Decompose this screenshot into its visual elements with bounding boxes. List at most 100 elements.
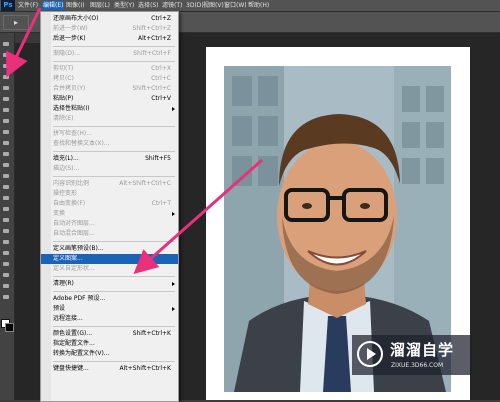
tool-icon[interactable] [2,118,11,124]
tool-icon[interactable] [2,63,11,69]
menu-item: 自动对齐图层... [41,219,178,229]
tool-icon[interactable] [2,294,11,300]
menu-item-shortcut: Shift+Ctrl+K [132,330,171,337]
tool-icon[interactable] [2,272,11,278]
menu-item[interactable]: 预设 [41,304,178,314]
tool-icon[interactable] [2,52,11,58]
menu-separator [53,276,175,277]
tool-icon[interactable] [2,184,11,190]
tool-icon[interactable] [2,41,11,47]
play-logo-icon [357,341,383,367]
menu-item-shortcut: Ctrl+C [151,75,171,82]
menubar-item[interactable]: 编辑(E) [42,1,65,10]
menu-item[interactable]: 颜色设置(G)... Shift+Ctrl+K [41,329,178,339]
move-tool-icon[interactable]: ▸ [3,15,29,30]
tool-icon[interactable] [2,151,11,157]
tool-icon[interactable] [2,283,11,289]
background-color-swatch[interactable] [5,323,14,332]
menu-item[interactable]: Adobe PDF 预设... [41,294,178,304]
submenu-arrow-icon [172,282,175,286]
submenu-arrow-icon [172,212,175,216]
menu-item-label: 填充(L)... [53,155,79,162]
menu-item[interactable]: 粘贴(P) Ctrl+V [41,94,178,104]
menu-item[interactable]: 定义画笔预设(B)... [41,244,178,254]
menubar-item[interactable]: 文件(F) [18,1,38,10]
tool-icon[interactable] [2,140,11,146]
menu-item-label: 颜色设置(G)... [53,330,93,337]
photoshop-logo: Ps [1,0,15,11]
menu-item[interactable]: 定义图案... [41,254,178,264]
menubar-item[interactable]: 图层(L) [90,1,110,10]
menu-item[interactable]: 后退一步(K) Alt+Ctrl+Z [41,34,178,44]
menu-separator [53,151,175,152]
menu-item: 定义自定形状... [41,264,178,274]
menu-separator [53,61,175,62]
menu-item-label: 还原画布大小(O) [53,15,99,22]
tool-icon[interactable] [2,74,11,80]
menu-item[interactable]: 清理(R) [41,279,178,289]
tool-icon[interactable] [2,206,11,212]
menu-item-label: 描边(S)... [53,165,80,172]
tool-icon[interactable] [2,129,11,135]
menu-item-label: 前进一步(W) [53,25,88,32]
menu-separator [53,361,175,362]
menu-item[interactable]: 转换为配置文件(V)... [41,349,178,359]
tool-icon[interactable] [2,261,11,267]
menubar-item[interactable]: 视图(V) [203,1,224,10]
menu-item: 拼写检查(H)... [41,129,178,139]
menu-item-label: 查找和替换文本(X)... [53,140,110,147]
menu-item[interactable]: 还原画布大小(O) Ctrl+Z [41,14,178,24]
menu-item-label: 后退一步(K) [53,35,86,42]
menubar-item[interactable]: 帮助(H) [248,1,269,10]
menu-item: 描边(S)... [41,164,178,174]
tool-icon[interactable] [2,96,11,102]
tool-icon[interactable] [2,217,11,223]
menu-item-label: 指定配置文件... [53,340,95,347]
menu-item-shortcut: Shift+Ctrl+F [133,50,171,57]
menu-item-label: Adobe PDF 预设... [53,295,106,302]
menu-item: 自动混合图层... [41,229,178,239]
menu-separator [53,291,175,292]
menu-item[interactable]: 远程连接... [41,314,178,324]
tool-icon[interactable] [2,239,11,245]
menu-item-label: 清除(E) [53,115,74,122]
menu-item: 自由变换(F) Ctrl+T [41,199,178,209]
tool-icon[interactable] [2,250,11,256]
menubar-item[interactable]: 3D(D) [186,1,204,10]
tool-icon[interactable] [2,85,11,91]
menu-item-shortcut: Shift+Ctrl+Z [132,25,171,32]
menu-item-label: 操控变形 [53,190,78,197]
menu-item[interactable]: 指定配置文件... [41,339,178,349]
menubar-item[interactable]: 图像(I) [66,1,84,10]
menubar-item[interactable]: 滤镜(T) [162,1,182,10]
tool-icon[interactable] [2,173,11,179]
watermark-subtitle: ZIXUE.3D66.COM [391,362,444,369]
menubar-item[interactable]: 类型(Y) [114,1,134,10]
menu-item-label: 粘贴(P) [53,95,74,102]
tool-icon[interactable] [2,195,11,201]
menu-item-label: 合并拷贝(Y) [53,85,86,92]
tool-icon[interactable] [2,162,11,168]
tool-icon[interactable] [2,228,11,234]
menu-item[interactable]: 填充(L)... Shift+F5 [41,154,178,164]
menu-item-label: 转换为配置文件(V)... [53,350,110,357]
menubar-item[interactable]: 窗口(W) [224,1,247,10]
menu-item-label: 定义图案... [53,255,83,262]
menu-item-shortcut: Alt+Shift+Ctrl+K [119,365,171,372]
menu-item-label: 拷贝(C) [53,75,74,82]
tools-panel [0,33,15,400]
menu-item[interactable]: 选择性粘贴(I) [41,104,178,114]
menu-item-label: 清理(R) [53,280,74,287]
tool-icon[interactable] [2,107,11,113]
submenu-arrow-icon [172,307,175,311]
menu-item-shortcut: Alt+Ctrl+Z [138,35,171,42]
watermark: 溜溜自学 ZIXUE.3D66.COM [352,335,472,375]
menu-item-label: 预设 [53,305,66,312]
menu-item-label: 渐隐(D)... [53,50,81,57]
menu-item[interactable]: 键盘快捷键... Alt+Shift+Ctrl+K [41,364,178,374]
menu-item-label: 变换 [53,210,66,217]
menu-item-shortcut: Shift+Ctrl+C [132,85,171,92]
menu-separator [53,241,175,242]
menu-item-label: 剪切(T) [53,65,74,72]
menubar-item[interactable]: 选择(S) [138,1,159,10]
